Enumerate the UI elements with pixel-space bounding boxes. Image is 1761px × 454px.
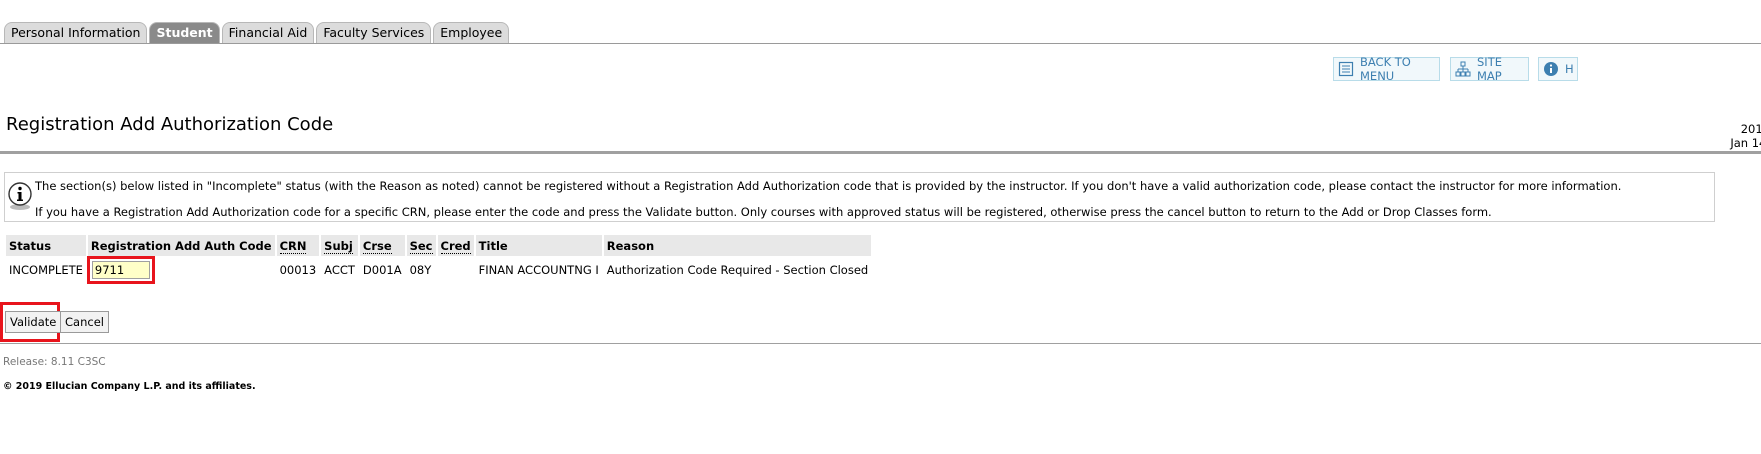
title-divider (0, 151, 1761, 154)
tab-personal-information[interactable]: Personal Information (4, 22, 148, 43)
header-subj: Subj (321, 235, 358, 256)
header-crse: Crse (359, 235, 405, 256)
cancel-button[interactable]: Cancel (60, 311, 109, 333)
info-message-box: The section(s) below listed in "Incomple… (4, 172, 1715, 222)
cell-status: INCOMPLETE (9, 263, 83, 277)
header-subj-label: Subj (324, 238, 353, 254)
main-tabs: Personal Information Student Financial A… (4, 22, 511, 43)
info-text-line-2: If you have a Registration Add Authoriza… (35, 205, 1492, 219)
table-row: INCOMPLETE 00013 ACCT D001A 08Y FINAN AC… (6, 256, 871, 284)
header-crn: CRN (276, 235, 320, 256)
tab-faculty-services[interactable]: Faculty Services (316, 22, 432, 43)
cell-auth-code (86, 256, 275, 284)
registration-table: Status Registration Add Auth Code CRN Su… (4, 235, 873, 284)
date-stamp: 2019 Jan 14, (1710, 122, 1761, 150)
site-map-button[interactable]: SITE MAP (1450, 55, 1529, 83)
date-line-2: Jan 14, (1730, 136, 1761, 150)
copyright-text: © 2019 Ellucian Company L.P. and its aff… (3, 381, 256, 392)
cell-cred (438, 256, 474, 284)
tab-divider (0, 43, 1761, 44)
site-map-icon (1455, 61, 1471, 77)
info-icon (7, 181, 33, 211)
header-crn-label: CRN (279, 238, 307, 254)
header-status: Status (6, 235, 86, 256)
header-title: Title (475, 235, 602, 256)
site-map-label: SITE MAP (1477, 55, 1502, 83)
release-info: Release: 8.11 C3SC (3, 356, 106, 368)
date-line-1: 2019 (1740, 122, 1761, 136)
help-button[interactable]: H (1538, 57, 1578, 81)
menu-list-icon (1338, 61, 1354, 77)
auth-code-highlight (86, 256, 155, 284)
cell-sec: 08Y (409, 263, 432, 277)
header-sec-label: Sec (409, 238, 433, 254)
back-to-menu-label: BACK TO MENU (1360, 55, 1411, 83)
back-to-menu-button[interactable]: BACK TO MENU (1333, 55, 1440, 83)
tab-student[interactable]: Student (149, 22, 220, 43)
validate-button[interactable]: Validate (5, 311, 62, 333)
table-header-row: Status Registration Add Auth Code CRN Su… (6, 235, 872, 256)
cell-subj: ACCT (324, 263, 355, 277)
header-auth-code: Registration Add Auth Code (87, 235, 275, 256)
header-sec: Sec (406, 235, 436, 256)
auth-code-input[interactable] (91, 261, 150, 279)
tab-employee[interactable]: Employee (433, 22, 510, 43)
header-cred-label: Cred (440, 238, 471, 254)
cell-crn: 00013 (279, 263, 317, 277)
help-label: H (1565, 62, 1574, 76)
footer-divider (0, 343, 1761, 344)
header-crse-label: Crse (362, 238, 392, 254)
help-info-icon (1543, 61, 1559, 77)
page-title: Registration Add Authorization Code (6, 114, 334, 135)
header-cred: Cred (437, 235, 474, 256)
tab-financial-aid[interactable]: Financial Aid (221, 22, 315, 43)
cell-title: FINAN ACCOUNTNG I (478, 263, 599, 277)
cell-crse: D001A (362, 263, 402, 277)
info-text-line-1: The section(s) below listed in "Incomple… (35, 179, 1622, 193)
cell-reason: Authorization Code Required - Section Cl… (606, 263, 869, 277)
header-reason: Reason (603, 235, 872, 256)
